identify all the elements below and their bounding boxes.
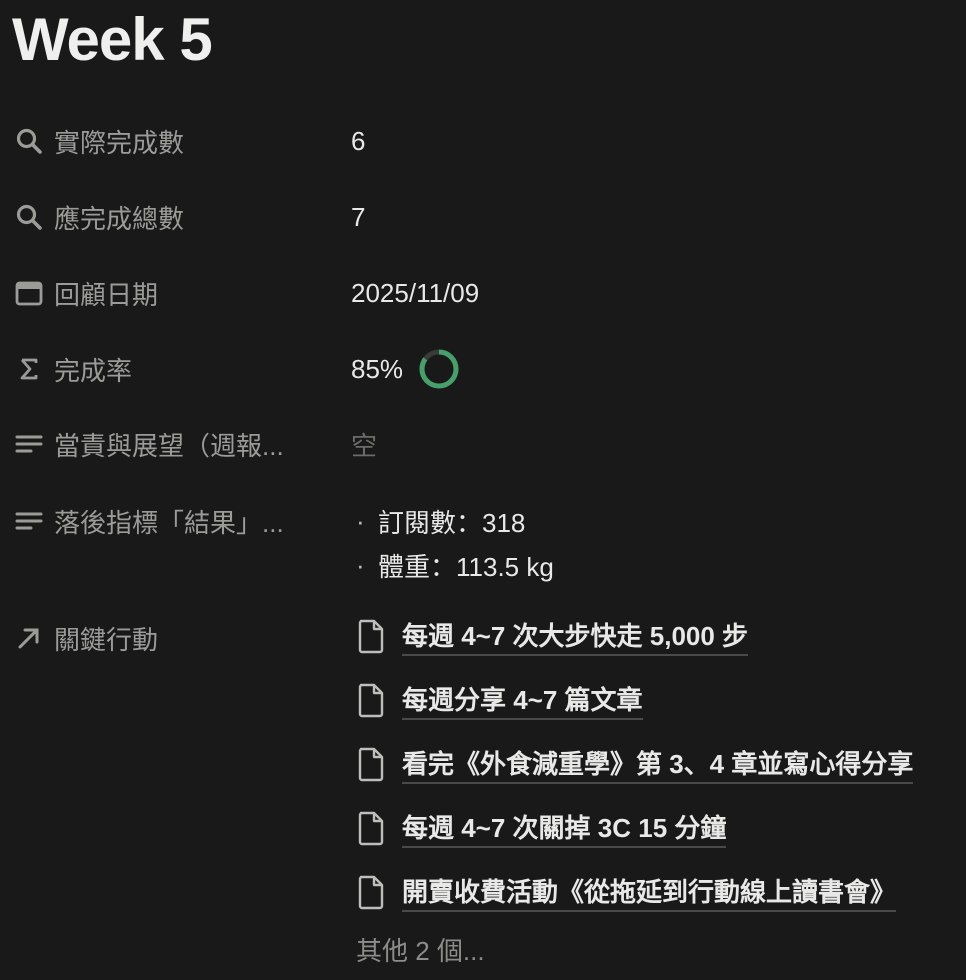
search-icon	[14, 202, 44, 232]
page-icon	[356, 874, 386, 910]
completion-rate: 85%	[351, 353, 404, 384]
property-label-text: 落後指標「結果」...	[54, 507, 284, 538]
relation-item[interactable]: 開賣收費活動《從拖延到行動線上讀書會》	[356, 860, 913, 924]
property-value-actual[interactable]: 6	[351, 119, 365, 163]
relation-item-title: 看完《外食減重學》第 3、4 章並寫心得分享	[402, 744, 914, 784]
actual-count: 6	[351, 125, 366, 156]
property-label-text: 當責與展望（週報...	[54, 430, 284, 461]
property-label-rate[interactable]: 完成率	[14, 347, 132, 391]
page-title[interactable]: Week 5	[12, 2, 213, 78]
property-label-actions[interactable]: 關鍵行動	[14, 616, 158, 660]
page-icon	[356, 618, 386, 654]
property-label-text: 回顧日期	[54, 279, 159, 310]
text-lines-icon	[14, 429, 44, 459]
relation-item-title: 每週 4~7 次關掉 3C 15 分鐘	[402, 808, 727, 848]
property-value-lagging[interactable]: · 訂閱數：318 · 體重：113.5 kg	[356, 499, 554, 587]
arrow-up-right-icon	[14, 623, 44, 653]
property-label-date[interactable]: 回顧日期	[14, 271, 158, 315]
relation-item-title: 開賣收費活動《從拖延到行動線上讀書會》	[402, 872, 897, 912]
show-more-link[interactable]: 其他 2 個...	[356, 924, 913, 974]
relation-item-title: 每週 4~7 次大步快走 5,000 步	[402, 616, 749, 656]
page-icon	[356, 810, 386, 846]
property-label-lagging[interactable]: 落後指標「結果」...	[14, 499, 284, 543]
relation-item[interactable]: 每週 4~7 次關掉 3C 15 分鐘	[356, 796, 913, 860]
property-label-total[interactable]: 應完成總數	[14, 195, 184, 239]
list-item: · 訂閱數：318	[356, 505, 526, 538]
relation-item-title: 每週分享 4~7 篇文章	[402, 680, 643, 720]
property-value-total[interactable]: 7	[351, 195, 365, 239]
property-label-text: 關鍵行動	[54, 624, 159, 655]
property-value-date[interactable]: 2025/11/09	[351, 271, 479, 315]
page-icon	[356, 746, 386, 782]
property-label-text: 應完成總數	[54, 203, 185, 234]
progress-ring	[419, 349, 459, 389]
calendar-icon	[14, 278, 44, 308]
relation-item[interactable]: 每週分享 4~7 篇文章	[356, 668, 913, 732]
property-value-reflection[interactable]: 空	[351, 422, 377, 466]
page: Week 5 實際完成數 6 應完成總數 7 回顧日期 2025/11/09 完…	[0, 0, 966, 980]
relation-list: 每週 4~7 次大步快走 5,000 步 每週分享 4~7 篇文章 看完《外食減…	[356, 604, 914, 974]
property-value-rate[interactable]: 85%	[351, 347, 461, 391]
total-count: 7	[351, 201, 366, 232]
list-item: · 體重：113.5 kg	[356, 549, 554, 582]
relation-item[interactable]: 看完《外食減重學》第 3、4 章並寫心得分享	[356, 732, 914, 796]
review-date: 2025/11/09	[351, 277, 480, 308]
page-icon	[356, 682, 386, 718]
search-icon	[14, 126, 44, 156]
property-label-actual[interactable]: 實際完成數	[14, 119, 184, 163]
relation-item[interactable]: 每週 4~7 次大步快走 5,000 步	[356, 604, 913, 668]
property-label-text: 實際完成數	[54, 127, 185, 158]
sigma-icon	[14, 354, 44, 384]
text-lines-icon	[14, 506, 44, 536]
property-label-text: 完成率	[54, 355, 133, 386]
property-label-reflection[interactable]: 當責與展望（週報...	[14, 422, 284, 466]
empty-value: 空	[351, 430, 378, 461]
